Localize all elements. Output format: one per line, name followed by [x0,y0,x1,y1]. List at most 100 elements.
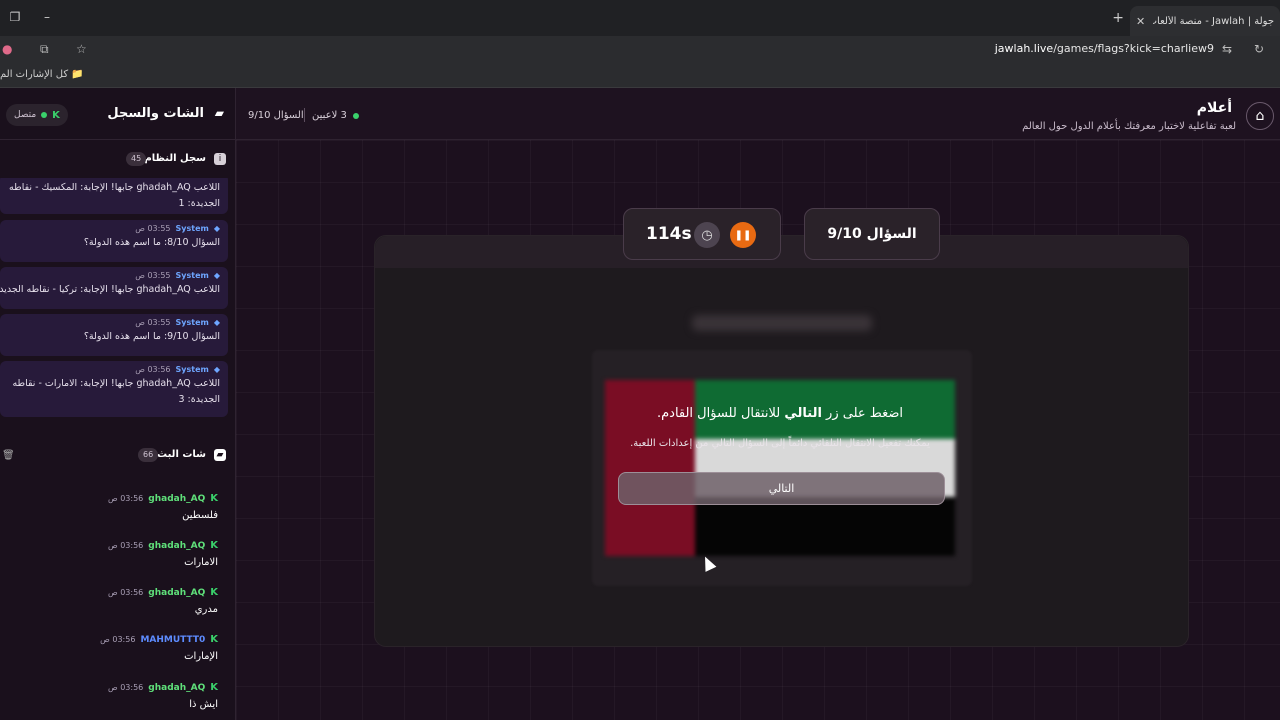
home-button[interactable]: ⌂ [1246,102,1274,130]
log-text: اللاعب ghadah_AQ جابها! الإجابة: الامارا… [12,378,220,405]
timer-panel: 114s ◷ ❚❚ [623,208,781,260]
chat-title: شات البث [157,449,206,460]
system-log-item: ◆ System 03:55 ص السؤال 9/10: ما اسم هذه ا… [0,314,228,356]
chat-icon: ▰ [214,106,224,120]
kick-icon: K [210,540,218,551]
chat-time: 03:56 ص [108,588,144,597]
log-author: System [175,318,209,327]
log-author: System [175,224,209,233]
chat-username[interactable]: ghadah_AQ [148,541,205,551]
chat-sidebar: ▰ الشات والسجل K متصل i سجل النظام 45 ال… [0,88,236,720]
bookmarks-bar: كل الإشارات الم 📁 [0,64,1280,88]
chat-message: Kghadah_AQ 03:56 ص ايش ذا [0,682,228,710]
pause-button[interactable]: ❚❚ [730,222,756,248]
chat-count: 66 [138,448,159,462]
restore-window-icon[interactable]: ❐ [6,10,24,24]
trash-icon[interactable]: 🗑 [2,450,15,461]
kick-icon: K [210,634,218,645]
sidebar-title: الشات والسجل [107,106,204,121]
flag-black-band [695,497,955,556]
chat-text: ايش ذا [189,699,218,710]
browser-tab-strip: ❐ – + جولة | Jawlah - منصة الألعاب الت..… [0,0,1280,36]
app-root: ⌂ أعلام لعبة تفاعلية لاختبار معرفتك بأعل… [0,88,1280,720]
question-counter: السؤال 9/10 [804,208,940,260]
chat-time: 03:56 ص [108,683,144,692]
site-settings-icon[interactable]: ⇆ [1222,42,1232,56]
chat-text: مدري [194,604,218,615]
stage-header [375,236,1188,268]
chat-text: الامارات [184,557,218,568]
chat-message: Kghadah_AQ 03:56 ص الامارات [0,540,228,568]
chat-username[interactable]: ghadah_AQ [148,494,205,504]
chat-username[interactable]: ghadah_AQ [148,588,205,598]
online-dot-icon [352,112,359,119]
chat-message: K MAHMUTTT0 03:56 ص الإمارات [0,634,228,662]
game-header: ⌂ أعلام لعبة تفاعلية لاختبار معرفتك بأعل… [236,88,1280,140]
kick-icon: K [210,493,218,504]
log-time: 03:56 ص [135,365,171,374]
system-log-list[interactable]: اللاعب ghadah_AQ جابها! الإجابة: المكسيك… [0,178,228,418]
game-subtitle: لعبة تفاعلية لاختبار معرفتك بأعلام الدول… [1022,121,1236,132]
instruction-bold: التالي [784,406,822,421]
auto-advance-hint: يمكنك تفعيل الانتقال التلقائي دائماً إلى… [630,438,930,449]
bookmark-label: كل الإشارات الم [0,69,69,80]
players-label: 3 لاعبين [312,110,347,121]
log-text: السؤال 8/10: ما اسم هذه الدولة؟ [83,237,220,248]
kick-icon: K [210,587,218,598]
log-time: 03:55 ص [135,318,171,327]
system-icon: ◆ [213,365,220,374]
system-log-item: ◆ System 03:55 ص اللاعب ghadah_AQ جابها! ا… [0,267,228,309]
game-title: أعلام [1196,100,1232,116]
home-icon: ⌂ [1255,108,1265,124]
system-log-header[interactable]: i سجل النظام 45 [0,144,236,174]
blurred-prompt [692,315,872,331]
chat-username[interactable]: ghadah_AQ [148,683,205,693]
address-bar: ● ⧉ ☆ jawlah.live/games/flags?kick=charl… [0,36,1280,64]
log-text: اللاعب ghadah_AQ جابها! الإجابة: تركيا -… [0,284,220,295]
system-log-item: ◆ System 03:55 ص السؤال 8/10: ما اسم هذه ا… [0,220,228,262]
online-dot-icon [41,112,48,118]
log-author: System [175,365,209,374]
timer-value: 114s [646,224,692,244]
url-field[interactable]: jawlah.live/games/flags?kick=charliew9 [995,42,1214,55]
instruction-suffix: للانتقال للسؤال القادم. [656,406,781,421]
chat-bubble-icon: ▰ [214,449,226,461]
chat-time: 03:56 ص [108,541,144,550]
tab-title: جولة | Jawlah - منصة الألعاب الت... [1153,15,1274,27]
new-tab-button[interactable]: + [1112,10,1124,26]
divider [304,108,305,122]
chat-message: Kghadah_AQ 03:56 ص مدري [0,587,228,615]
chat-username[interactable]: MAHMUTTT0 [140,635,205,645]
chat-text: الإمارات [184,651,218,662]
system-log-title: سجل النظام [144,153,206,164]
extensions-icon[interactable]: ⧉ [40,42,49,57]
minimize-window-icon[interactable]: – [38,10,56,24]
url-host: jawlah.live [994,42,1054,55]
next-button[interactable]: التالي [618,472,945,505]
system-log-item: ◆ System 03:56 ص اللاعب ghadah_AQ جابها! ا… [0,361,228,417]
log-time: 03:55 ص [135,271,171,280]
profile-avatar-icon[interactable]: ● [2,42,12,56]
system-icon: ◆ [213,224,220,233]
system-log-count: 45 [126,152,147,166]
status-label: متصل [14,110,37,120]
sidebar-header: ▰ الشات والسجل K متصل [0,88,236,140]
system-icon: ◆ [213,318,220,327]
reload-icon[interactable]: ↻ [1254,42,1264,56]
instruction-prefix: اضغط على زر [826,406,904,421]
log-text: اللاعب ghadah_AQ جابها! الإجابة: المكسيك… [9,182,220,209]
log-author: System [175,271,209,280]
bookmark-star-icon[interactable]: ☆ [76,42,87,56]
system-log-item: اللاعب ghadah_AQ جابها! الإجابة: المكسيك… [0,178,228,214]
connection-status-badge: K متصل [6,104,68,126]
log-time: 03:55 ص [135,224,171,233]
browser-tab[interactable]: جولة | Jawlah - منصة الألعاب الت... ✕ [1130,6,1280,36]
bookmark-folder[interactable]: كل الإشارات الم 📁 [0,69,84,80]
chat-message: Kghadah_AQ 03:56 ص فلسطين [0,493,228,521]
close-tab-icon[interactable]: ✕ [1136,15,1145,28]
question-progress: السؤال 9/10 [248,110,304,121]
system-icon: ◆ [213,271,220,280]
next-instruction: اضغط على زر التالي للانتقال للسؤال القاد… [605,406,955,421]
chat-text: فلسطين [182,510,218,521]
chat-header[interactable]: ▰ شات البث 66 [0,440,236,470]
